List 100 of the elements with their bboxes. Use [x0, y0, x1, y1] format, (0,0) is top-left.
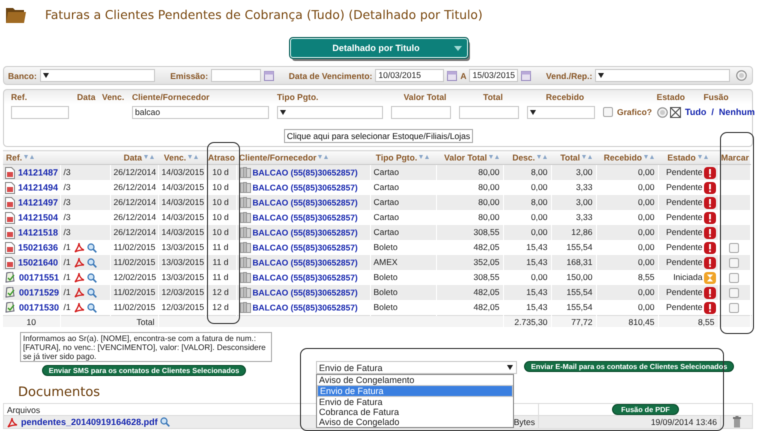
status-text: Pendente: [666, 182, 702, 192]
table-cell: 8,00: [530, 197, 548, 208]
table-cell: 0,00: [638, 212, 654, 222]
table-cell: 12 d: [212, 302, 229, 312]
table-cell: 308,55: [474, 272, 500, 282]
total-label: Total: [136, 316, 154, 327]
table-cell: 482,05: [474, 287, 500, 298]
dropdown-option[interactable]: Envio de Fatura: [317, 397, 513, 408]
total-value: 2.735,30: [514, 316, 548, 327]
total-value: 8,55: [698, 316, 714, 327]
table-cell: /1: [64, 257, 71, 268]
table-cell: 12/03/2015: [162, 302, 204, 312]
table-cell: 12/03/2015: [162, 287, 204, 298]
table-cell: 0,00: [638, 257, 654, 268]
column-label: Ref.: [11, 92, 28, 102]
total-value: 77,72: [571, 316, 592, 327]
table-cell: 10 d: [212, 227, 229, 238]
file-link[interactable]: pendentes_20140919164628.pdf: [21, 417, 158, 428]
table-cell: 3,00: [576, 197, 592, 208]
view-select[interactable]: Detalhado por Titulo: [290, 38, 468, 58]
table-cell: /3: [64, 197, 71, 208]
table-cell: 10 d: [212, 182, 229, 192]
table-cell: 0,00: [638, 242, 654, 252]
table-cell: 352,05: [474, 257, 500, 268]
field-label: Banco:: [8, 70, 37, 80]
total-value: 810,45: [628, 316, 654, 327]
column-label: Cliente/Fornecedor: [132, 92, 210, 102]
table-cell: 0,00: [530, 227, 548, 238]
column-label: Fusão: [702, 92, 730, 102]
column-header: Atraso: [208, 152, 235, 162]
message-field[interactable]: Informamos ao Sr(a). [NOME], encontra-se com a fatura de num.: [FATURA], no venc.: [VENCIMENTO], valor: [VALOR]. Desconsidere se já tiver sido pago.: [20, 332, 272, 362]
table-cell: 0,00: [638, 167, 654, 178]
stores-button[interactable]: Clique aqui para selecionar Estoque/Filiais/Lojas: [284, 129, 474, 143]
table-cell: 12/02/2015: [114, 272, 156, 282]
table-cell: 0,00: [530, 212, 548, 222]
table-cell: /1: [64, 302, 71, 312]
status-text: Pendente: [666, 212, 702, 222]
table-cell: /1: [64, 287, 71, 298]
field-label: Data de Vencimento:: [288, 70, 372, 80]
section-title: Documentos: [18, 385, 100, 400]
table-cell: Boleto: [374, 287, 398, 298]
dropdown-option[interactable]: Envio de Fatura: [317, 385, 513, 398]
date-field[interactable]: 15/03/2015: [469, 69, 518, 82]
table-cell: 0,00: [530, 182, 548, 192]
table-cell: 11 d: [212, 242, 228, 252]
table-cell: /3: [64, 212, 71, 222]
table-cell: 12 d: [212, 287, 229, 298]
dropdown-option[interactable]: Aviso de Congelado: [317, 417, 513, 428]
table-cell: 3,33: [576, 212, 592, 222]
date-field[interactable]: 10/03/2015: [375, 69, 444, 82]
table-cell: 26/12/2014: [114, 227, 156, 238]
status-text: Iniciada: [673, 272, 702, 282]
table-cell: 11/02/2015: [114, 287, 156, 298]
table-cell: 168,31: [566, 257, 592, 268]
table-cell: 0,00: [638, 287, 654, 298]
status-text: Pendente: [666, 302, 702, 312]
checkbox-label: Grafico?: [617, 107, 652, 117]
client-field[interactable]: balcao: [132, 106, 269, 118]
table-cell: 80,00: [478, 197, 500, 208]
column-label: Venc.: [102, 92, 126, 102]
separator: /: [711, 107, 714, 117]
dropdown-option[interactable]: Cobranca de Fatura: [317, 407, 513, 418]
field-label: A: [460, 70, 466, 80]
none-link[interactable]: Nenhum: [718, 107, 755, 117]
column-label: Total: [482, 92, 504, 102]
table-cell: Cartao: [374, 227, 400, 238]
row-count: 10: [26, 316, 36, 327]
table-cell: 26/12/2014: [114, 212, 156, 222]
field-label: Vend./Rep.:: [546, 70, 592, 80]
table-cell: 0,00: [638, 182, 654, 192]
table-cell: 15,43: [526, 302, 548, 312]
table-cell: 13/03/2015: [162, 272, 204, 282]
table-cell: 14/03/2015: [162, 197, 204, 208]
table-cell: 308,55: [474, 227, 500, 238]
table-cell: 11/02/2015: [114, 257, 156, 268]
template-select[interactable]: Envio de Fatura: [316, 361, 517, 374]
table-cell: 3,33: [576, 182, 592, 192]
table-cell: /3: [64, 167, 71, 178]
column-label: Recebido: [544, 92, 586, 102]
table-cell: 80,00: [478, 167, 500, 178]
file-size: Bytes: [514, 417, 535, 428]
table-cell: Cartao: [374, 167, 400, 178]
table-cell: 26/12/2014: [114, 182, 156, 192]
table-cell: 11/02/2015: [114, 302, 156, 312]
table-cell: /3: [64, 227, 71, 238]
status-text: Pendente: [666, 257, 702, 268]
all-link[interactable]: Tudo: [685, 107, 706, 117]
dropdown-option[interactable]: Aviso de Congelamento: [317, 375, 513, 386]
file-date: 19/09/2014 13:46: [650, 417, 717, 428]
table-cell: 482,05: [474, 302, 500, 312]
table-cell: 80,00: [478, 212, 500, 222]
table-cell: 12,86: [571, 227, 592, 238]
table-cell: 8,00: [530, 167, 548, 178]
table-cell: 8,55: [638, 272, 654, 282]
table-cell: Boleto: [374, 272, 398, 282]
table-cell: 0,00: [638, 227, 654, 238]
table-cell: Boleto: [374, 302, 398, 312]
table-cell: AMEX: [374, 257, 398, 268]
column-label: Estado: [656, 92, 685, 102]
page-title: Faturas a Clientes Pendentes de Cobrança (Tudo) (Detalhado por Titulo): [45, 8, 483, 22]
